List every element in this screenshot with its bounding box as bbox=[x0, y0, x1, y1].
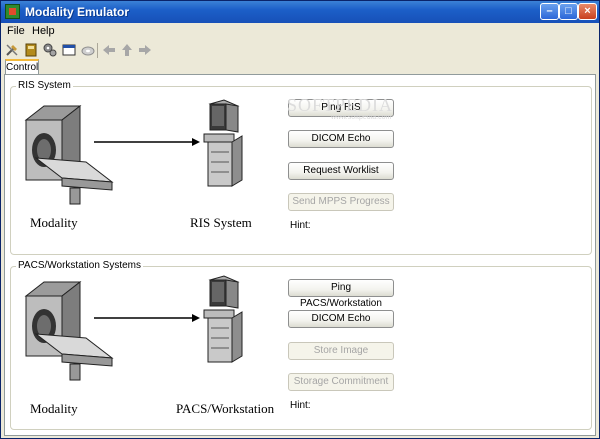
softpedia-watermark-url: www.softpedia.com bbox=[331, 114, 392, 121]
minimize-button[interactable]: – bbox=[540, 3, 559, 20]
tools-icon[interactable] bbox=[4, 42, 20, 58]
tab-control[interactable]: Control bbox=[5, 59, 39, 75]
maximize-button[interactable]: □ bbox=[559, 3, 578, 20]
ris-illustration: Modality RIS System bbox=[14, 92, 284, 250]
control-panel: RIS System Modality RIS System Ping RIS … bbox=[4, 74, 596, 436]
window-icon[interactable] bbox=[61, 42, 77, 58]
pacs-group-label: PACS/Workstation Systems bbox=[16, 260, 143, 271]
disc-icon[interactable] bbox=[80, 42, 96, 58]
ping-pacs-workstation-button[interactable]: Ping PACS/Workstation bbox=[288, 279, 394, 309]
menu-bar: File Help bbox=[1, 23, 599, 41]
title-bar[interactable]: Modality Emulator – □ × bbox=[1, 1, 599, 23]
workstation-icon bbox=[203, 275, 243, 363]
pacs-modality-caption: Modality bbox=[30, 401, 78, 416]
gears-icon[interactable] bbox=[42, 42, 58, 58]
send-mpps-progress-button[interactable]: Send MPPS Progress bbox=[288, 193, 394, 211]
pacs-dicom-echo-button[interactable]: DICOM Echo bbox=[288, 310, 394, 328]
request-worklist-button[interactable]: Request Worklist bbox=[288, 162, 394, 180]
softpedia-watermark: SOFTPEDIA bbox=[287, 95, 394, 115]
pacs-hint-label: Hint: bbox=[290, 400, 311, 411]
forward-arrow-icon[interactable] bbox=[137, 42, 153, 58]
book-icon[interactable] bbox=[23, 42, 39, 58]
toolbar-separator bbox=[97, 43, 98, 58]
toolbar bbox=[1, 41, 599, 61]
ris-system-caption: RIS System bbox=[190, 215, 252, 230]
menu-help[interactable]: Help bbox=[32, 25, 55, 37]
window-title: Modality Emulator bbox=[25, 5, 130, 19]
menu-file[interactable]: File bbox=[7, 25, 25, 37]
modality-scanner-icon bbox=[24, 104, 114, 205]
ris-modality-caption: Modality bbox=[30, 215, 78, 230]
modality-scanner-icon bbox=[24, 280, 114, 381]
up-arrow-icon[interactable] bbox=[119, 42, 135, 58]
ris-group-label: RIS System bbox=[16, 80, 73, 91]
back-arrow-icon[interactable] bbox=[101, 42, 117, 58]
pacs-group: PACS/Workstation Systems Modality PACS/W… bbox=[10, 260, 592, 430]
ris-dicom-echo-button[interactable]: DICOM Echo bbox=[288, 130, 394, 148]
close-button[interactable]: × bbox=[578, 3, 597, 20]
app-window: Modality Emulator – □ × File Help Contro… bbox=[0, 0, 600, 439]
pacs-illustration: Modality PACS/Workstation bbox=[14, 272, 284, 426]
storage-commitment-button[interactable]: Storage Commitment bbox=[288, 373, 394, 391]
pacs-workstation-caption: PACS/Workstation bbox=[176, 401, 275, 416]
workstation-icon bbox=[203, 99, 243, 187]
app-icon[interactable] bbox=[5, 4, 20, 19]
store-image-button[interactable]: Store Image bbox=[288, 342, 394, 360]
ris-hint-label: Hint: bbox=[290, 220, 311, 231]
